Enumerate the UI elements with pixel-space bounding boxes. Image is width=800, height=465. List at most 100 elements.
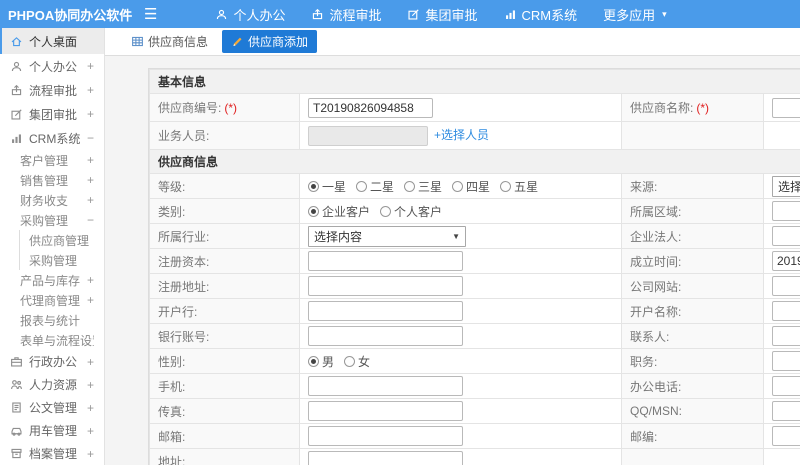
email-input[interactable] xyxy=(308,426,463,446)
capital-input[interactable] xyxy=(308,251,463,271)
radio-icon xyxy=(500,180,512,192)
expand-toggle[interactable]: + xyxy=(87,401,94,415)
sidebar-item-supplier-mgmt[interactable]: 供应商管理 xyxy=(0,230,104,250)
tab-label: 供应商添加 xyxy=(248,35,309,49)
office-phone-label: 办公电话: xyxy=(630,379,682,394)
fax-input[interactable] xyxy=(308,401,463,421)
radio-level-2star[interactable]: 二星 xyxy=(356,178,394,195)
form-row: 邮箱: 邮编: xyxy=(149,423,800,449)
region-input[interactable] xyxy=(772,201,800,221)
website-input[interactable] xyxy=(772,276,800,296)
sidebar-item-vehicle[interactable]: 用车管理 + xyxy=(0,419,104,442)
expand-toggle[interactable]: + xyxy=(87,107,94,121)
expand-toggle[interactable]: + xyxy=(87,173,94,187)
supplier-add-form: 基本信息 供应商编号:(*) 供应商名称:(*) 业务人员: +选择人员 供应商… xyxy=(148,68,800,465)
radio-icon xyxy=(404,180,416,192)
sidebar-item-agent-mgmt[interactable]: 代理商管理 + xyxy=(0,290,104,310)
sidebar-item-hr[interactable]: 人力资源 + xyxy=(0,373,104,396)
sidebar-item-desktop[interactable]: 个人桌面 xyxy=(0,28,104,54)
tab-supplier-info[interactable]: 供应商信息 xyxy=(131,33,208,50)
hamburger-menu-icon[interactable]: ☰ xyxy=(144,7,157,22)
zip-input[interactable] xyxy=(772,426,800,446)
expand-toggle[interactable]: + xyxy=(87,83,94,97)
top-menu-group-approval[interactable]: 集团审批 xyxy=(407,5,478,24)
radio-personal-customer[interactable]: 个人客户 xyxy=(380,203,442,220)
mobile-label: 手机: xyxy=(158,379,186,394)
radio-label: 企业客户 xyxy=(322,204,371,219)
founded-date-input[interactable] xyxy=(772,251,800,271)
sidebar-item-workflow-approval[interactable]: 流程审批 + xyxy=(0,78,104,102)
sidebar-item-purchasing[interactable]: 采购管理 xyxy=(0,250,104,270)
address-input[interactable] xyxy=(308,451,463,465)
sidebar-item-label: 行政办公 xyxy=(29,355,78,369)
email-label: 邮箱: xyxy=(158,429,186,444)
expand-toggle[interactable]: + xyxy=(87,59,94,73)
expand-toggle[interactable]: + xyxy=(87,378,94,392)
radio-level-4star[interactable]: 四星 xyxy=(452,178,490,195)
sidebar-item-customer-mgmt[interactable]: 客户管理 + xyxy=(0,150,104,170)
form-row: 地址: xyxy=(149,448,800,465)
sidebar-item-personal-office[interactable]: 个人办公 + xyxy=(0,54,104,78)
sidebar-item-products-inventory[interactable]: 产品与库存 + xyxy=(0,270,104,290)
staff-label: 业务人员: xyxy=(158,129,210,143)
radio-enterprise-customer[interactable]: 企业客户 xyxy=(308,203,370,220)
sidebar-item-label: 供应商管理 xyxy=(29,233,90,248)
collapse-toggle[interactable]: − xyxy=(87,131,94,145)
radio-level-5star[interactable]: 五星 xyxy=(500,178,538,195)
staff-input[interactable] xyxy=(308,125,428,146)
contact-input[interactable] xyxy=(772,326,800,346)
fax-label: 传真: xyxy=(158,404,186,419)
top-menu-crm[interactable]: CRM系统 xyxy=(504,5,577,24)
expand-toggle[interactable]: + xyxy=(87,193,94,207)
sidebar-item-sales-mgmt[interactable]: 销售管理 + xyxy=(0,170,104,190)
job-title-label: 职务: xyxy=(630,354,658,369)
expand-toggle[interactable]: + xyxy=(87,153,94,167)
account-name-input[interactable] xyxy=(772,301,800,321)
source-select[interactable]: 选择内容▼ xyxy=(772,175,800,197)
radio-male[interactable]: 男 xyxy=(308,353,334,370)
sidebar-item-crm[interactable]: CRM系统 − xyxy=(0,126,104,150)
radio-level-3star[interactable]: 三星 xyxy=(404,178,442,195)
sidebar-item-purchase-mgmt[interactable]: 采购管理 − xyxy=(0,210,104,230)
radio-female[interactable]: 女 xyxy=(344,353,370,370)
expand-toggle[interactable]: + xyxy=(87,447,94,461)
choose-staff-link[interactable]: +选择人员 xyxy=(434,128,489,142)
top-menu-workflow-approval[interactable]: 流程审批 xyxy=(311,5,381,24)
sidebar-item-reports[interactable]: 报表与统计 xyxy=(0,310,104,330)
form-row: 业务人员: +选择人员 xyxy=(149,121,800,150)
sidebar-item-archives[interactable]: 档案管理 + xyxy=(0,442,104,465)
supplier-no-input[interactable] xyxy=(308,97,433,118)
supplier-name-input[interactable] xyxy=(772,97,800,118)
legal-person-label: 企业法人: xyxy=(630,229,682,244)
top-menu-personal-office[interactable]: 个人办公 xyxy=(215,5,285,24)
bank-input[interactable] xyxy=(308,301,463,321)
tab-bar: 供应商信息 供应商添加 xyxy=(105,28,800,56)
office-phone-input[interactable] xyxy=(772,376,800,396)
industry-label: 所属行业: xyxy=(158,229,210,244)
top-menu-more-apps[interactable]: 更多应用 ▾ xyxy=(603,5,667,24)
expand-toggle[interactable]: + xyxy=(87,355,94,369)
expand-toggle[interactable]: + xyxy=(87,273,94,287)
expand-toggle[interactable]: + xyxy=(87,424,94,438)
sidebar-item-admin-office[interactable]: 行政办公 + xyxy=(0,350,104,373)
job-title-input[interactable] xyxy=(772,351,800,371)
expand-toggle[interactable]: + xyxy=(87,293,94,307)
qq-msn-input[interactable] xyxy=(772,401,800,421)
mobile-input[interactable] xyxy=(308,376,463,396)
bank-account-input[interactable] xyxy=(308,326,463,346)
legal-person-input[interactable] xyxy=(772,226,800,246)
radio-level-1star[interactable]: 一星 xyxy=(308,178,346,195)
home-icon xyxy=(11,36,22,46)
user-icon xyxy=(11,61,22,71)
collapse-toggle[interactable]: − xyxy=(87,213,94,227)
sidebar-item-finance[interactable]: 财务收支 + xyxy=(0,190,104,210)
edit-icon xyxy=(408,8,420,20)
sidebar-item-label: 销售管理 xyxy=(20,173,69,188)
tab-supplier-add[interactable]: 供应商添加 xyxy=(222,30,318,53)
reg-address-input[interactable] xyxy=(308,276,463,296)
sidebar-item-form-flow-settings[interactable]: 表单与流程设置+ xyxy=(0,330,104,350)
required-mark: (*) xyxy=(224,101,238,115)
sidebar-item-group-approval[interactable]: 集团审批 + xyxy=(0,102,104,126)
sidebar-item-documents[interactable]: 公文管理 + xyxy=(0,396,104,419)
industry-select[interactable]: 选择内容 ▼ xyxy=(308,225,466,247)
